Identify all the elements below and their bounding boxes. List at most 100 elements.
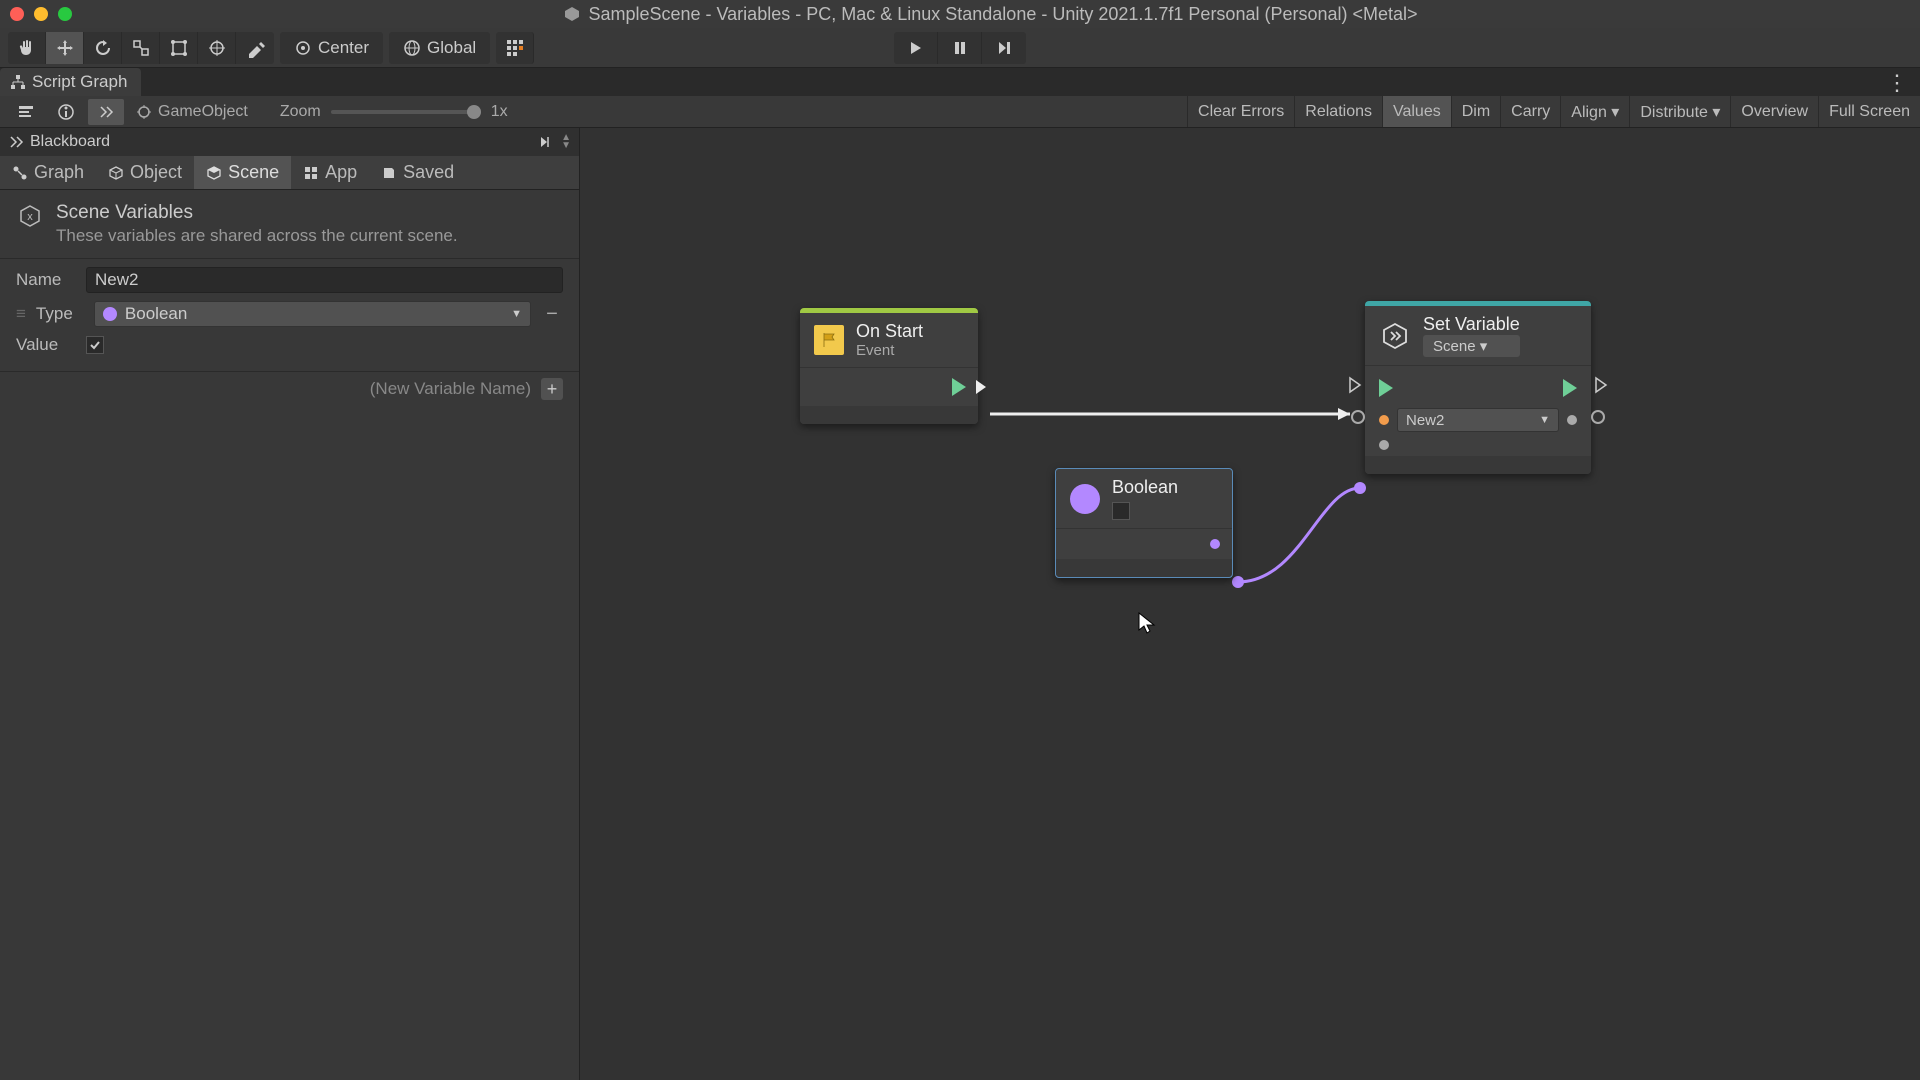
name-input[interactable] <box>86 267 563 293</box>
close-window-button[interactable] <box>10 7 24 21</box>
carry-button[interactable]: Carry <box>1500 96 1560 127</box>
gameobject-breadcrumb[interactable]: GameObject <box>124 103 260 121</box>
maximize-window-button[interactable] <box>58 7 72 21</box>
name-in-port[interactable] <box>1379 415 1389 425</box>
flow-out-arrow-icon <box>1563 379 1577 397</box>
summary-toggle[interactable] <box>8 99 44 125</box>
type-field-row: ≡ Type Boolean ▼ − <box>16 301 563 327</box>
add-variable-row: (New Variable Name) + <box>0 371 579 406</box>
name-out-port[interactable] <box>1567 415 1577 425</box>
graph-canvas[interactable]: On Start Event Boolean <box>580 128 1920 1080</box>
type-label: Type <box>36 304 84 324</box>
hand-tool-button[interactable] <box>8 32 46 64</box>
gameobject-label: GameObject <box>158 103 248 121</box>
zoom-label: Zoom <box>280 103 321 121</box>
flag-icon <box>814 325 844 355</box>
overview-button[interactable]: Overview <box>1730 96 1818 127</box>
blackboard-toggle[interactable] <box>88 99 124 125</box>
fullscreen-button[interactable]: Full Screen <box>1818 96 1920 127</box>
flow-out-port[interactable] <box>974 378 988 396</box>
flow-arrowhead <box>1338 408 1350 420</box>
transform-tools <box>8 32 274 64</box>
content-area: Blackboard ▲▼ Graph Object Scene App <box>0 128 1920 1080</box>
blackboard-header: Blackboard ▲▼ <box>0 128 579 156</box>
relations-button[interactable]: Relations <box>1294 96 1382 127</box>
pause-button[interactable] <box>938 32 982 64</box>
window-title: SampleScene - Variables - PC, Mac & Linu… <box>72 4 1910 25</box>
main-toolbar: Center Global <box>0 28 1920 68</box>
pivot-global-button[interactable]: Global <box>389 32 490 64</box>
value-connection-start <box>1232 576 1244 588</box>
app-icon <box>303 165 319 181</box>
new-variable-placeholder[interactable]: (New Variable Name) <box>16 379 541 399</box>
check-icon <box>88 338 102 352</box>
scope-tab-app[interactable]: App <box>291 156 369 189</box>
on-start-node-header[interactable]: On Start Event <box>800 308 978 367</box>
custom-tool-button[interactable] <box>236 32 274 64</box>
tab-menu-button[interactable]: ⋮ <box>1874 70 1920 96</box>
variable-name-dropdown[interactable]: New2 ▼ <box>1397 408 1559 432</box>
boolean-literal-node[interactable]: Boolean <box>1055 468 1233 578</box>
value-out-port[interactable] <box>1210 539 1220 549</box>
value-connection <box>1238 488 1360 582</box>
minimize-window-button[interactable] <box>34 7 48 21</box>
zoom-slider[interactable] <box>331 110 481 114</box>
scale-tool-button[interactable] <box>122 32 160 64</box>
dim-button[interactable]: Dim <box>1451 96 1500 127</box>
clear-errors-button[interactable]: Clear Errors <box>1187 96 1294 127</box>
set-variable-node[interactable]: Set Variable Scene ▾ New2 ▼ <box>1365 301 1591 474</box>
chevron-down-icon: ▼ <box>511 308 522 320</box>
scope-tab-saved[interactable]: Saved <box>369 156 466 189</box>
add-variable-button[interactable]: + <box>541 378 563 400</box>
boolean-value-checkbox[interactable] <box>1112 502 1130 520</box>
set-variable-header[interactable]: Set Variable Scene ▾ <box>1365 301 1591 365</box>
flow-in-port[interactable] <box>1348 376 1362 394</box>
cube-icon <box>108 165 124 181</box>
on-start-node[interactable]: On Start Event <box>800 308 978 424</box>
step-button[interactable] <box>982 32 1026 64</box>
transform-tool-button[interactable] <box>198 32 236 64</box>
rect-tool-button[interactable] <box>160 32 198 64</box>
remove-variable-button[interactable]: − <box>541 303 563 325</box>
window-controls <box>10 7 72 21</box>
type-dropdown[interactable]: Boolean ▼ <box>94 301 531 327</box>
scroll-arrows[interactable]: ▲▼ <box>561 134 571 150</box>
collapse-button[interactable] <box>531 134 555 150</box>
align-dropdown[interactable]: Align ▾ <box>1560 96 1629 127</box>
value-checkbox[interactable] <box>86 336 104 354</box>
value-field-row: Value <box>16 335 563 355</box>
pivot-center-button[interactable]: Center <box>280 32 383 64</box>
center-icon <box>294 39 312 57</box>
target-icon <box>136 104 152 120</box>
name-in-external-port[interactable] <box>1351 410 1365 424</box>
boolean-type-icon <box>1070 484 1100 514</box>
drag-handle-icon[interactable]: ≡ <box>16 304 26 324</box>
snap-button[interactable] <box>496 32 534 64</box>
play-button[interactable] <box>894 32 938 64</box>
zoom-handle[interactable] <box>467 105 481 119</box>
distribute-dropdown[interactable]: Distribute ▾ <box>1629 96 1730 127</box>
playback-controls <box>894 32 1026 64</box>
value-in-port[interactable] <box>1379 440 1389 450</box>
on-start-subtitle: Event <box>856 342 923 359</box>
values-button[interactable]: Values <box>1382 96 1451 127</box>
name-out-external-port[interactable] <box>1591 410 1605 424</box>
scope-tab-graph[interactable]: Graph <box>0 156 96 189</box>
blackboard-icon <box>8 134 24 150</box>
editor-tabs: Script Graph ⋮ <box>0 68 1920 96</box>
scope-tab-scene[interactable]: Scene <box>194 156 291 189</box>
chevron-down-icon: ▼ <box>1539 414 1550 426</box>
move-tool-button[interactable] <box>46 32 84 64</box>
blackboard-title: Blackboard <box>30 133 110 151</box>
script-graph-tab[interactable]: Script Graph <box>0 68 141 96</box>
on-start-title: On Start <box>856 321 923 342</box>
set-variable-icon <box>1379 320 1411 352</box>
flow-out-port[interactable] <box>1594 376 1608 394</box>
rotate-tool-button[interactable] <box>84 32 122 64</box>
info-toggle[interactable] <box>48 99 84 125</box>
scope-tab-object[interactable]: Object <box>96 156 194 189</box>
section-title: Scene Variables <box>56 202 563 224</box>
titlebar: SampleScene - Variables - PC, Mac & Linu… <box>0 0 1920 28</box>
boolean-node-header[interactable]: Boolean <box>1056 469 1232 528</box>
scope-dropdown[interactable]: Scene ▾ <box>1423 335 1520 357</box>
